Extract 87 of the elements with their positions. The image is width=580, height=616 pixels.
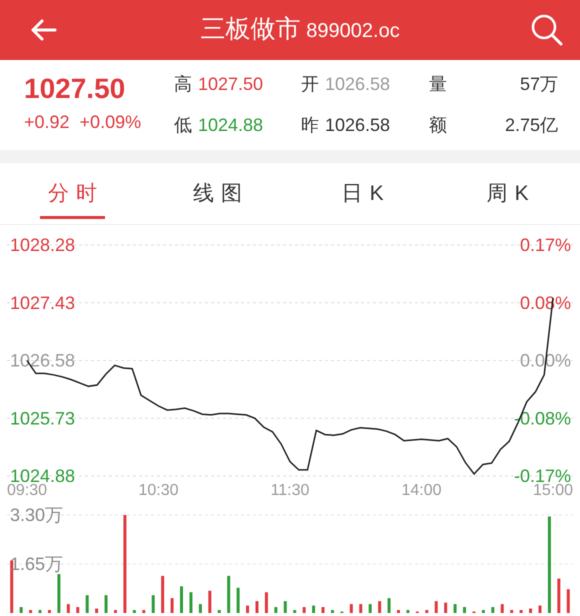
volume-bar bbox=[227, 576, 230, 613]
volume-bar bbox=[330, 610, 334, 613]
volume-bar bbox=[104, 595, 108, 613]
volume-bar bbox=[132, 610, 136, 613]
axis-label: 1025.73 bbox=[10, 408, 76, 428]
volume-bar bbox=[425, 610, 428, 613]
chart-tab[interactable]: 分时 bbox=[40, 168, 105, 219]
stat-label: 昨 bbox=[301, 114, 319, 137]
stat-value: 1027.50 bbox=[198, 73, 264, 96]
volume-bar bbox=[86, 595, 89, 613]
volume-bar bbox=[48, 610, 51, 613]
volume-bar bbox=[161, 576, 164, 613]
volume-bar bbox=[38, 610, 42, 613]
stock-code: 899002.oc bbox=[306, 19, 400, 44]
axis-label: 15:00 bbox=[532, 482, 574, 499]
volume-bar bbox=[264, 592, 268, 613]
axis-label: 1028.28 bbox=[10, 235, 76, 255]
volume-bar bbox=[444, 602, 448, 613]
axis-label: 09:30 bbox=[6, 482, 48, 499]
axis-label: 10:30 bbox=[138, 482, 179, 499]
chart-tab[interactable]: 日K bbox=[334, 168, 392, 219]
volume-bar bbox=[350, 604, 353, 613]
stat-label: 量 bbox=[429, 73, 447, 96]
volume-bar bbox=[180, 586, 184, 613]
volume-bar bbox=[284, 601, 287, 613]
volume-bar bbox=[557, 578, 560, 613]
volume-bar bbox=[170, 598, 174, 613]
volume-bar bbox=[510, 610, 514, 613]
volume-bar bbox=[396, 610, 400, 613]
volume-bar bbox=[482, 610, 485, 613]
axis-label: 11:30 bbox=[270, 482, 310, 499]
volume-bar bbox=[57, 574, 60, 613]
volume-bar bbox=[218, 610, 221, 613]
page-title: 三板做市 bbox=[200, 14, 300, 46]
back-arrow-icon bbox=[29, 18, 57, 42]
chart-tab[interactable]: 线图 bbox=[185, 168, 250, 219]
volume-bar bbox=[312, 606, 316, 613]
volume-bar bbox=[246, 606, 250, 613]
volume-bar bbox=[463, 607, 466, 613]
volume-bar bbox=[566, 589, 570, 613]
volume-bar bbox=[189, 592, 192, 613]
volume-bar bbox=[302, 607, 306, 613]
axis-label: 1027.43 bbox=[10, 292, 76, 313]
volume-bar bbox=[255, 601, 258, 613]
volume-bar bbox=[20, 607, 23, 613]
last-price: 1027.50 bbox=[24, 74, 126, 102]
stat-value: 1024.88 bbox=[198, 114, 264, 137]
price-change: +0.92 bbox=[24, 110, 70, 134]
volume-bar bbox=[368, 604, 372, 613]
volume-bar bbox=[520, 610, 523, 613]
volume-bar bbox=[152, 595, 155, 613]
stat-value: 57万 bbox=[520, 73, 558, 96]
volume-bar bbox=[388, 598, 391, 613]
volume-bar bbox=[274, 607, 278, 613]
volume-bar bbox=[406, 610, 410, 613]
volume-bar bbox=[29, 610, 32, 613]
stat-value: 1026.58 bbox=[325, 73, 390, 96]
stat-label: 开 bbox=[301, 73, 319, 96]
percent-label: 0.17% bbox=[520, 235, 571, 255]
axis-label: 14:00 bbox=[401, 482, 442, 499]
stat-label: 低 bbox=[174, 114, 192, 137]
axis-label: 1026.58 bbox=[10, 350, 76, 370]
volume-bar bbox=[500, 604, 504, 613]
volume-bar bbox=[76, 607, 80, 613]
stat-value: 2.75亿 bbox=[504, 114, 558, 137]
volume-bar bbox=[434, 601, 438, 613]
volume-bar bbox=[359, 604, 362, 613]
percent-change: +0.09% bbox=[80, 110, 142, 134]
volume-bar bbox=[454, 604, 457, 613]
volume-bar bbox=[293, 610, 296, 613]
volume-bar bbox=[322, 607, 325, 613]
volume-bar bbox=[538, 606, 542, 613]
stat-label: 额 bbox=[429, 114, 447, 137]
volume-bar bbox=[491, 607, 494, 613]
chart-tab[interactable]: 周K bbox=[478, 168, 536, 219]
volume-bar bbox=[198, 604, 202, 613]
volume-bar bbox=[95, 608, 98, 613]
axis-label: 3.30万 bbox=[10, 505, 64, 525]
volume-bar bbox=[66, 604, 70, 613]
volume-bar bbox=[142, 610, 146, 613]
volume-bar bbox=[114, 610, 117, 613]
stat-label: 高 bbox=[174, 73, 192, 96]
volume-bar bbox=[378, 601, 382, 613]
volume-bar bbox=[236, 588, 240, 613]
volume-bar bbox=[208, 590, 212, 613]
volume-bar bbox=[529, 608, 532, 613]
stat-value: 1026.58 bbox=[325, 114, 390, 137]
